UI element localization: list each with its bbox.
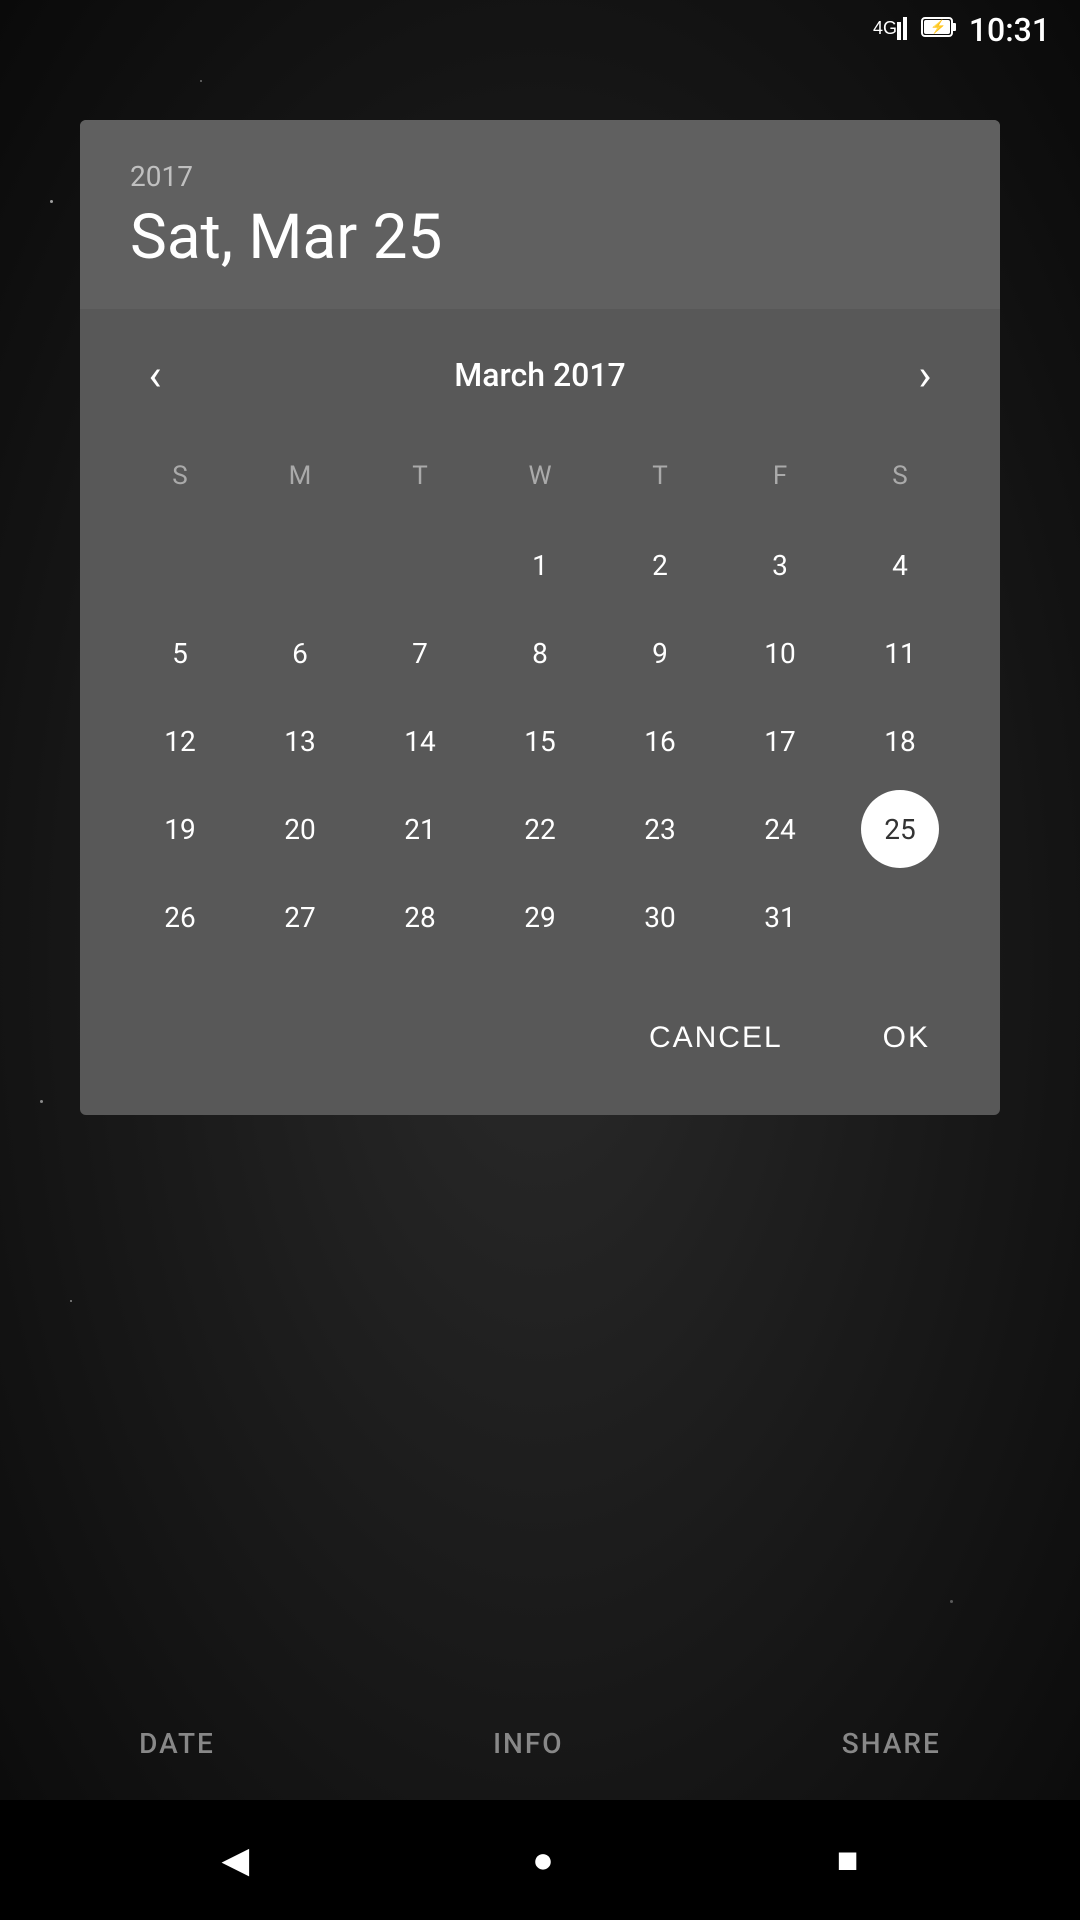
tab-date[interactable]: DATE xyxy=(139,1727,215,1760)
calendar-day[interactable]: 15 xyxy=(480,697,600,785)
bottom-tabs: DATE INFO SHARE xyxy=(0,1707,1080,1780)
calendar-day xyxy=(360,521,480,609)
calendar-day[interactable]: 8 xyxy=(480,609,600,697)
dialog-actions: CANCEL OK xyxy=(80,981,1000,1115)
calendar-day[interactable]: 28 xyxy=(360,873,480,961)
calendar-day[interactable]: 5 xyxy=(120,609,240,697)
calendar-day[interactable]: 30 xyxy=(600,873,720,961)
day-header-sat: S xyxy=(840,451,960,501)
battery-icon: ⚡ xyxy=(921,14,957,46)
calendar-day[interactable]: 23 xyxy=(600,785,720,873)
month-navigation: ‹ March 2017 › xyxy=(120,339,960,411)
star-decoration xyxy=(200,80,202,82)
status-icons: 4G ⚡ 10:31 xyxy=(873,11,1050,49)
star-decoration xyxy=(40,1100,43,1103)
calendar-day[interactable]: 31 xyxy=(720,873,840,961)
calendar-day[interactable]: 14 xyxy=(360,697,480,785)
calendar-day[interactable]: 9 xyxy=(600,609,720,697)
calendar-day[interactable]: 7 xyxy=(360,609,480,697)
calendar-day[interactable]: 20 xyxy=(240,785,360,873)
star-decoration xyxy=(50,200,53,203)
calendar-day[interactable]: 18 xyxy=(840,697,960,785)
calendar-day xyxy=(120,521,240,609)
calendar-day[interactable]: 24 xyxy=(720,785,840,873)
svg-text:4G: 4G xyxy=(873,18,897,38)
date-picker-dialog: 2017 Sat, Mar 25 ‹ March 2017 › S M T W … xyxy=(80,120,1000,1115)
day-header-fri: F xyxy=(720,451,840,501)
day-headers-row: S M T W T F S xyxy=(120,451,960,501)
calendar-day[interactable]: 19 xyxy=(120,785,240,873)
signal-icon: 4G xyxy=(873,12,909,48)
calendar-body: ‹ March 2017 › S M T W T F S 12345678910… xyxy=(80,309,1000,981)
calendar-day[interactable]: 4 xyxy=(840,521,960,609)
dialog-year: 2017 xyxy=(130,160,950,193)
dialog-header: 2017 Sat, Mar 25 xyxy=(80,120,1000,309)
back-button[interactable]: ◀ xyxy=(221,1839,249,1881)
calendar-day[interactable]: 22 xyxy=(480,785,600,873)
calendar-day[interactable]: 17 xyxy=(720,697,840,785)
system-nav-bar: ◀ ● ■ xyxy=(0,1800,1080,1920)
calendar-day[interactable]: 11 xyxy=(840,609,960,697)
calendar-day xyxy=(840,873,960,961)
calendar-day[interactable]: 26 xyxy=(120,873,240,961)
home-button[interactable]: ● xyxy=(532,1839,554,1881)
recents-button[interactable]: ■ xyxy=(837,1839,859,1881)
calendar-grid: 1234567891011121314151617181920212223242… xyxy=(120,521,960,961)
tab-share[interactable]: SHARE xyxy=(842,1727,941,1760)
calendar-day[interactable]: 27 xyxy=(240,873,360,961)
day-header-mon: M xyxy=(240,451,360,501)
calendar-day xyxy=(240,521,360,609)
calendar-day[interactable]: 10 xyxy=(720,609,840,697)
dialog-date-display: Sat, Mar 25 xyxy=(130,201,950,274)
calendar-day[interactable]: 29 xyxy=(480,873,600,961)
calendar-day[interactable]: 13 xyxy=(240,697,360,785)
calendar-day[interactable]: 16 xyxy=(600,697,720,785)
ok-button[interactable]: OK xyxy=(853,1001,960,1075)
prev-month-button[interactable]: ‹ xyxy=(120,339,190,411)
status-bar: 4G ⚡ 10:31 xyxy=(0,0,1080,60)
status-time: 10:31 xyxy=(969,11,1050,49)
svg-text:⚡: ⚡ xyxy=(930,19,946,35)
calendar-day[interactable]: 2 xyxy=(600,521,720,609)
calendar-day[interactable]: 6 xyxy=(240,609,360,697)
calendar-day[interactable]: 21 xyxy=(360,785,480,873)
star-decoration xyxy=(70,1300,72,1302)
day-header-wed: W xyxy=(480,451,600,501)
star-decoration xyxy=(950,1600,953,1603)
tab-info[interactable]: INFO xyxy=(493,1727,564,1760)
calendar-day[interactable]: 25 xyxy=(861,790,939,868)
day-header-tue: T xyxy=(360,451,480,501)
next-month-button[interactable]: › xyxy=(890,339,960,411)
calendar-day[interactable]: 1 xyxy=(480,521,600,609)
calendar-day[interactable]: 12 xyxy=(120,697,240,785)
calendar-day[interactable]: 3 xyxy=(720,521,840,609)
cancel-button[interactable]: CANCEL xyxy=(619,1001,813,1075)
month-year-label: March 2017 xyxy=(454,356,625,394)
day-header-thu: T xyxy=(600,451,720,501)
day-header-sun: S xyxy=(120,451,240,501)
